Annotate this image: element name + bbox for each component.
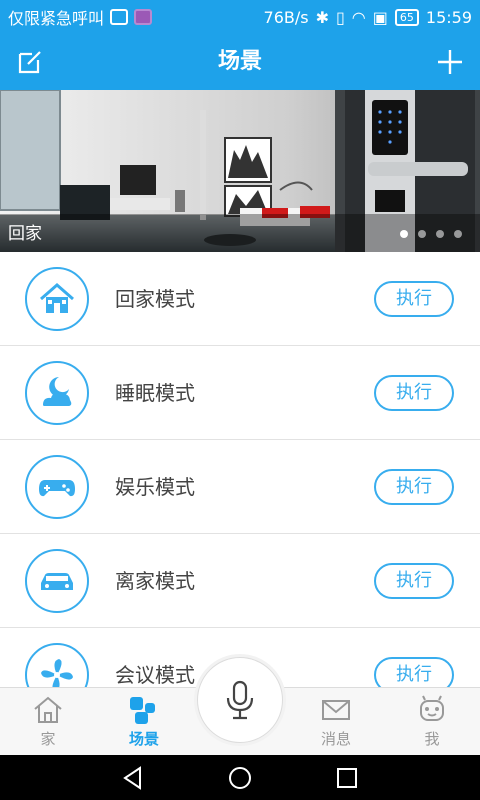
voice-button[interactable] — [197, 657, 283, 743]
tab-label: 我 — [424, 730, 440, 748]
pager-dot[interactable] — [454, 230, 462, 238]
house-outline-icon — [34, 696, 62, 723]
execute-button[interactable]: 执行 — [374, 281, 454, 317]
recents-icon[interactable] — [334, 765, 360, 791]
back-icon[interactable] — [120, 765, 146, 791]
vibrate-icon: ▯ — [335, 7, 345, 27]
status-bar: 仅限紧急呼叫 76B/s ✱ ▯ ◠ ▣ 65 15:59 — [0, 0, 480, 34]
clock: 15:59 — [425, 7, 472, 27]
scene-row-home[interactable]: 回家模式 执行 — [0, 252, 480, 346]
banner-caption: 回家 — [8, 224, 42, 244]
tab-me[interactable]: 我 — [384, 688, 480, 756]
carrier-text: 仅限紧急呼叫 — [8, 9, 105, 28]
tab-label: 家 — [40, 730, 56, 748]
scene-label: 回家模式 — [115, 287, 195, 311]
app-header: 场景 — [0, 34, 480, 90]
moon-cloud-icon — [25, 361, 89, 425]
pager-dot[interactable] — [418, 230, 426, 238]
page-title: 场景 — [217, 49, 262, 74]
scene-label: 娱乐模式 — [115, 475, 195, 499]
battery-icon: 65 — [394, 8, 419, 26]
house-icon — [25, 267, 89, 331]
network-speed: 76B/s — [263, 7, 309, 27]
scene-banner[interactable]: 回家 — [0, 90, 480, 252]
envelope-icon — [322, 700, 350, 720]
robot-icon — [420, 695, 444, 721]
scene-list: 回家模式 执行 睡眠模式 执行 娱乐模式 执行 离家模式 执行 会议模式 执行 — [0, 252, 480, 722]
scene-row-sleep[interactable]: 睡眠模式 执行 — [0, 346, 480, 440]
scene-label: 睡眠模式 — [115, 381, 195, 405]
execute-button[interactable]: 执行 — [374, 375, 454, 411]
gallery-notification-icon — [134, 9, 153, 25]
scene-blocks-icon — [130, 697, 155, 724]
wifi-icon: ◠ — [351, 7, 366, 27]
banner-pager — [400, 230, 462, 238]
plus-icon[interactable] — [434, 46, 466, 78]
execute-button[interactable]: 执行 — [374, 563, 454, 599]
tab-scene[interactable]: 场景 — [96, 688, 192, 756]
car-icon — [25, 549, 89, 613]
tab-label: 消息 — [320, 730, 351, 748]
home-circle-icon[interactable] — [227, 765, 253, 791]
tab-label: 场景 — [128, 730, 159, 748]
execute-button[interactable]: 执行 — [374, 469, 454, 505]
scene-label: 离家模式 — [115, 569, 195, 593]
bluetooth-icon: ✱ — [315, 7, 329, 27]
edit-icon[interactable] — [14, 46, 46, 78]
tab-messages[interactable]: 消息 — [288, 688, 384, 756]
sim-icon: ▣ — [372, 7, 388, 27]
gamepad-icon — [25, 455, 89, 519]
pager-dot[interactable] — [400, 230, 408, 238]
notification-icon — [110, 9, 129, 25]
pager-dot[interactable] — [436, 230, 444, 238]
system-nav-bar — [0, 755, 480, 800]
microphone-icon — [226, 680, 254, 720]
scene-row-entertainment[interactable]: 娱乐模式 执行 — [0, 440, 480, 534]
scene-row-away[interactable]: 离家模式 执行 — [0, 534, 480, 628]
tab-home[interactable]: 家 — [0, 688, 96, 756]
